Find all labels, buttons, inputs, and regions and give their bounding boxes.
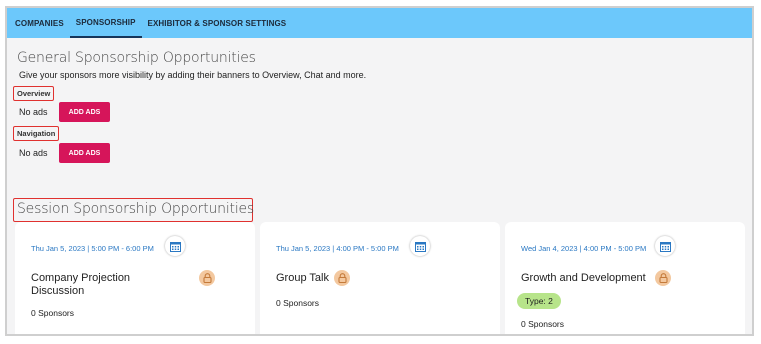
lock-icon [334, 270, 350, 286]
calendar-icon[interactable] [655, 236, 675, 256]
session-title: Company Projection Discussion [31, 272, 131, 297]
session-sponsorship-title: Session Sponsorship Opportunities [17, 201, 255, 217]
navigation-label: Navigation [13, 126, 60, 141]
tab-sponsorship[interactable]: SPONSORSHIP [69, 8, 142, 38]
session-title: Group Talk [276, 272, 329, 284]
general-sponsorship-description: Give your sponsors more visibility by ad… [19, 70, 367, 80]
overview-label: Overview [13, 86, 55, 101]
calendar-icon[interactable] [410, 236, 430, 256]
session-date: Thu Jan 5, 2023 | 5:00 PM - 6:00 PM [31, 244, 154, 253]
sponsor-count: 0 Sponsors [31, 308, 74, 318]
session-type-badge: Type: 2 [517, 293, 561, 309]
navigation-add-ads-button[interactable]: ADD ADS [59, 143, 110, 163]
session-title: Growth and Development [521, 272, 646, 284]
session-date: Wed Jan 4, 2023 | 4:00 PM - 5:00 PM [521, 244, 647, 253]
general-sponsorship-title: General Sponsorship Opportunities [17, 50, 256, 66]
session-card[interactable]: Thu Jan 5, 2023 | 4:00 PM - 5:00 PM Grou… [260, 222, 500, 334]
session-card[interactable]: Wed Jan 4, 2023 | 4:00 PM - 5:00 PM Grow… [505, 222, 745, 334]
session-date: Thu Jan 5, 2023 | 4:00 PM - 5:00 PM [276, 244, 399, 253]
lock-icon [655, 270, 671, 286]
sponsor-count: 0 Sponsors [276, 298, 319, 308]
sponsorship-page: COMPANIES SPONSORSHIP EXHIBITOR & SPONSO… [5, 6, 754, 336]
lock-icon [199, 270, 215, 286]
navigation-no-ads: No ads [19, 148, 48, 158]
tab-companies[interactable]: COMPANIES [9, 8, 70, 38]
overview-no-ads: No ads [19, 107, 48, 117]
session-card[interactable]: Thu Jan 5, 2023 | 5:00 PM - 6:00 PM Comp… [15, 222, 255, 334]
tab-bar: COMPANIES SPONSORSHIP EXHIBITOR & SPONSO… [7, 8, 752, 38]
calendar-icon[interactable] [165, 236, 185, 256]
tab-exhibitor-sponsor-settings[interactable]: EXHIBITOR & SPONSOR SETTINGS [142, 8, 293, 38]
sponsor-count: 0 Sponsors [521, 319, 564, 329]
overview-add-ads-button[interactable]: ADD ADS [59, 102, 110, 122]
